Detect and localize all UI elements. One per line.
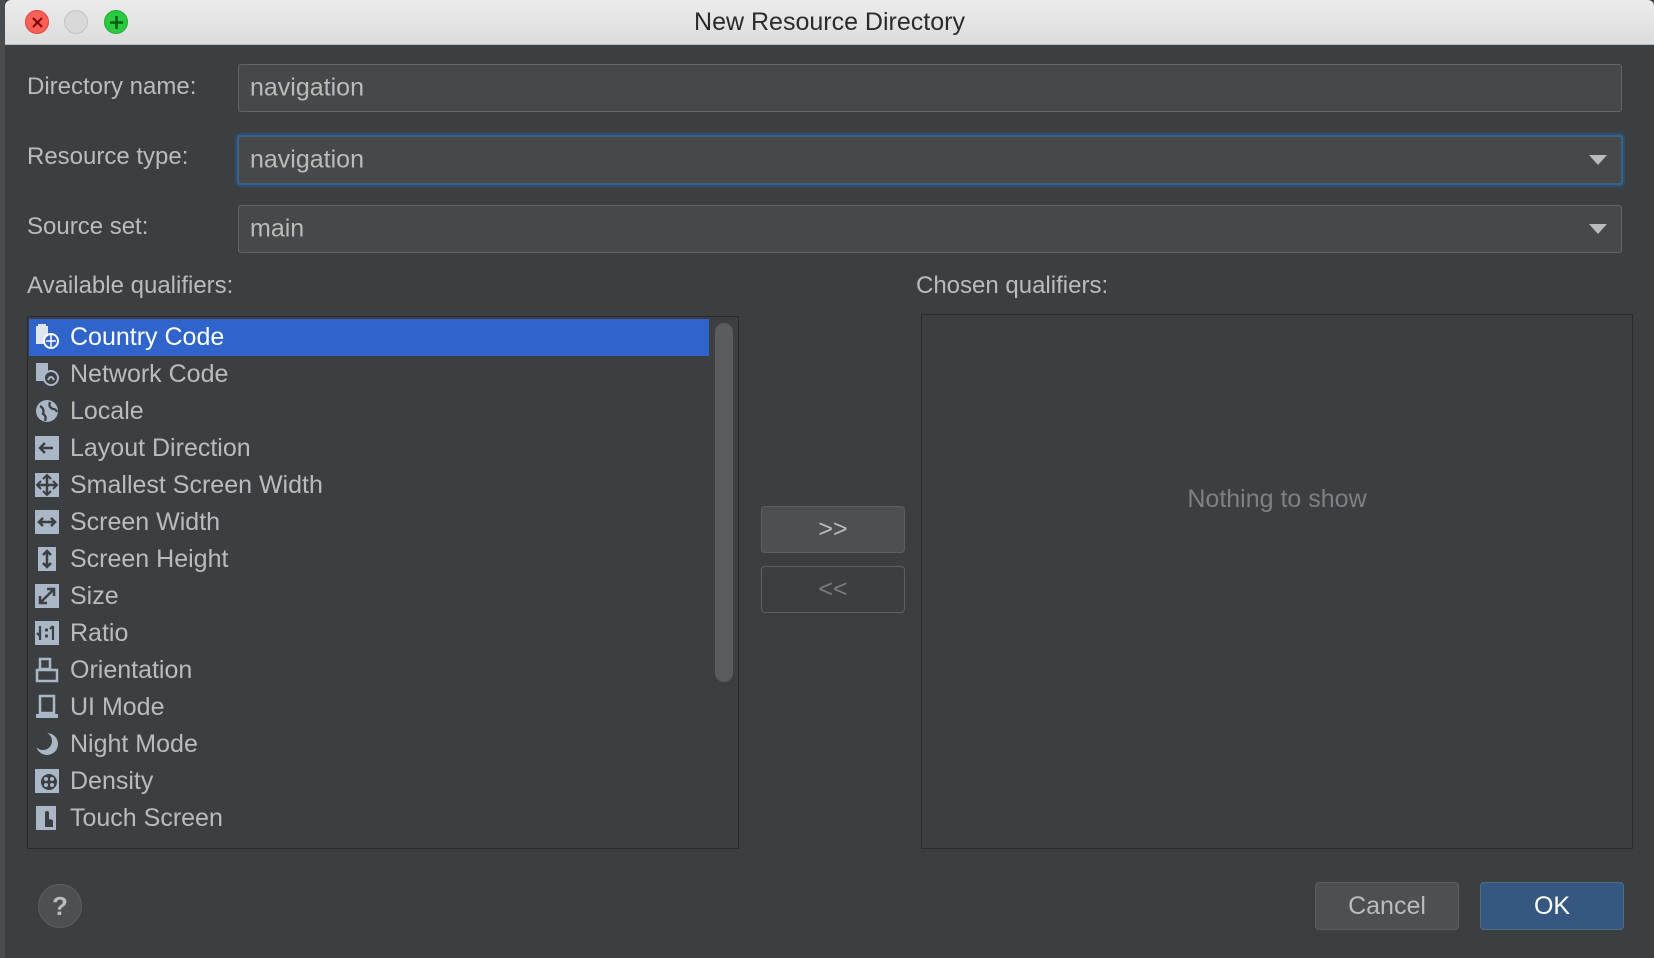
chevron-down-icon [1589, 224, 1607, 234]
add-qualifier-button[interactable]: >> [761, 506, 905, 553]
list-item-label: UI Mode [70, 693, 165, 721]
resource-type-value: navigation [250, 145, 364, 174]
list-item-night-mode[interactable]: Night Mode [29, 726, 709, 763]
list-item-orientation[interactable]: Orientation [29, 652, 709, 689]
empty-state-text: Nothing to show [1187, 485, 1367, 513]
list-item-touch-screen[interactable]: Touch Screen [29, 800, 709, 837]
cancel-button[interactable]: Cancel [1315, 882, 1459, 930]
chevron-down-icon [1589, 155, 1607, 165]
ratio-icon [35, 621, 59, 645]
directory-name-value: navigation [250, 73, 364, 102]
source-set-label: Source set: [27, 213, 149, 240]
list-scrollbar[interactable] [715, 323, 733, 682]
list-item-screen-height[interactable]: Screen Height [29, 541, 709, 578]
touch-screen-icon [36, 806, 56, 830]
resource-type-label: Resource type: [27, 143, 189, 170]
list-item-density[interactable]: Density [29, 763, 709, 800]
size-icon [35, 584, 59, 608]
available-qualifiers-label: Available qualifiers: [27, 272, 234, 299]
available-qualifiers-list[interactable]: Country Code Network Code Locale Layout … [27, 316, 739, 849]
list-item-ui-mode[interactable]: UI Mode [29, 689, 709, 726]
chosen-qualifiers-list[interactable]: Nothing to show [921, 314, 1633, 849]
window-title: New Resource Directory [694, 8, 965, 36]
list-item-label: Orientation [70, 656, 193, 684]
country-code-icon [36, 324, 59, 349]
list-item-label: Smallest Screen Width [70, 471, 323, 499]
list-item-label: Density [70, 767, 154, 795]
list-item-label: Size [70, 582, 119, 610]
list-item-screen-width[interactable]: Screen Width [29, 504, 709, 541]
list-item-locale[interactable]: Locale [29, 393, 709, 430]
screen-height-icon [38, 547, 56, 571]
list-item-label: Screen Width [70, 508, 221, 536]
list-item-network-code[interactable]: Network Code [29, 356, 709, 393]
list-item-ratio[interactable]: Ratio [29, 615, 709, 652]
chosen-qualifiers-label: Chosen qualifiers: [916, 272, 1109, 299]
list-item-country-code[interactable]: Country Code [29, 319, 709, 356]
directory-name-input[interactable]: navigation [238, 64, 1622, 112]
list-item-label: Ratio [70, 619, 129, 647]
resource-type-dropdown[interactable]: navigation [237, 135, 1623, 185]
layout-direction-icon [35, 436, 59, 460]
list-item-label: Layout Direction [70, 434, 251, 462]
network-code-icon [36, 363, 59, 386]
list-item-size[interactable]: Size [29, 578, 709, 615]
list-item-label: Touch Screen [70, 804, 223, 832]
help-button[interactable]: ? [38, 884, 82, 928]
remove-qualifier-button[interactable]: << [761, 566, 905, 613]
ok-button[interactable]: OK [1480, 882, 1624, 930]
list-item-label: Country Code [70, 323, 225, 351]
ui-mode-icon [36, 694, 58, 718]
density-icon [35, 769, 59, 793]
night-mode-icon [34, 732, 58, 755]
title-bar: New Resource Directory [5, 0, 1654, 45]
list-item-label: Night Mode [70, 730, 198, 758]
list-item-label: Locale [70, 397, 144, 425]
smallest-width-icon [35, 473, 59, 497]
orientation-icon [35, 657, 59, 683]
list-item-smallest-screen-width[interactable]: Smallest Screen Width [29, 467, 709, 504]
list-item-label: Network Code [70, 360, 229, 388]
directory-name-label: Directory name: [27, 73, 197, 100]
list-item-label: Screen Height [70, 545, 229, 573]
dialog-window: New Resource Directory Directory name: n… [5, 0, 1654, 958]
source-set-dropdown[interactable]: main [238, 205, 1622, 253]
screen-width-icon [35, 510, 59, 534]
source-set-value: main [250, 214, 305, 243]
globe-icon [36, 400, 59, 422]
list-item-layout-direction[interactable]: Layout Direction [29, 430, 709, 467]
